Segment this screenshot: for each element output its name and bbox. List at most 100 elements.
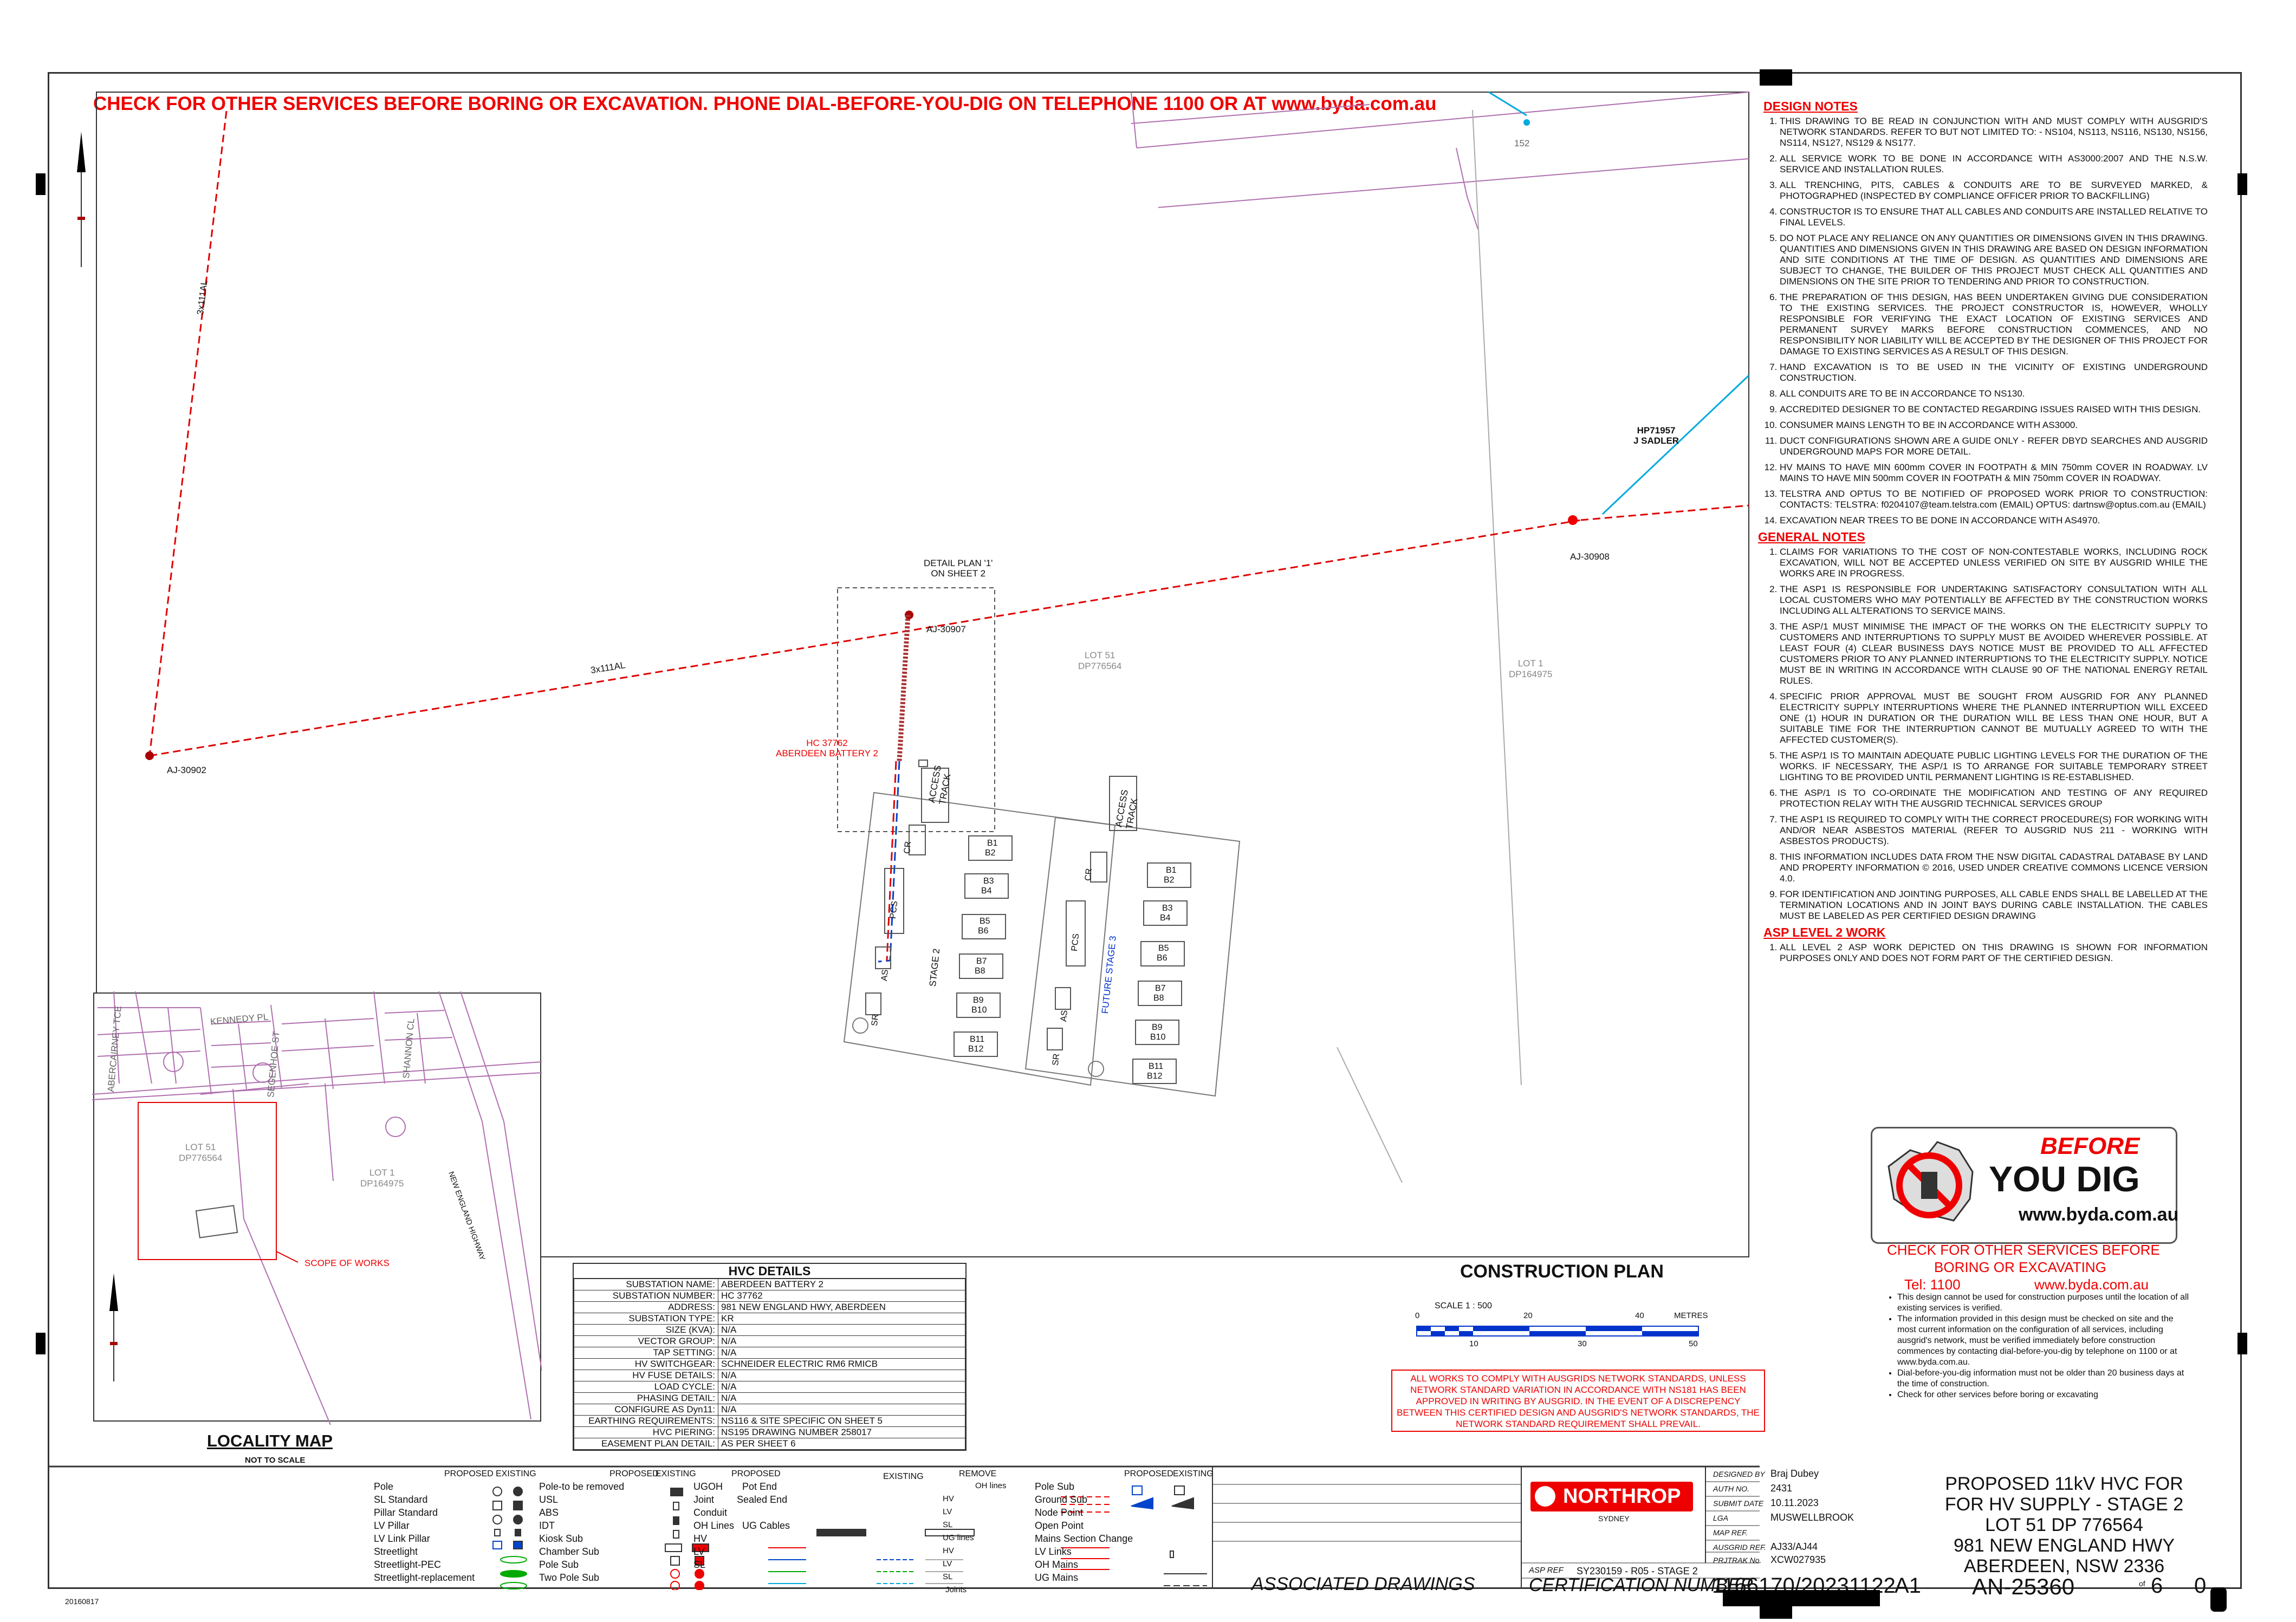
construction-plan-title: CONSTRUCTION PLAN: [1460, 1261, 1664, 1282]
north-arrow-icon: [77, 132, 86, 267]
battery-label: B10: [1150, 1033, 1166, 1042]
legend-item: Pot End: [742, 1481, 777, 1492]
asp-level2-title: ASP LEVEL 2 WORK: [1763, 925, 1886, 939]
revision: 0: [2194, 1574, 2207, 1598]
legend-proposed: PROPOSED: [444, 1469, 494, 1478]
access-track-label: ACCESS TRACK: [926, 764, 953, 806]
hvc-key: HVC PIERING:: [574, 1426, 718, 1438]
legend-existing: EXISTING: [496, 1469, 536, 1478]
access-track-label: ACCESS TRACK: [1113, 789, 1140, 830]
legend-item: Chamber Sub: [539, 1546, 600, 1557]
scale-label: SCALE 1 : 500: [1435, 1301, 1492, 1310]
hvc-key: ADDRESS:: [574, 1301, 718, 1313]
note-item: HAND EXCAVATION IS TO BE USED IN THE VIC…: [1780, 362, 2208, 384]
legend-item: UG Cables: [742, 1520, 790, 1531]
scale-tick: 50: [1689, 1339, 1698, 1348]
registration-mark: [36, 173, 46, 195]
note-item: CONSUMER MAINS LENGTH TO BE IN ACCORDANC…: [1780, 420, 2208, 431]
byd-check-1: CHECK FOR OTHER SERVICES BEFORE: [1887, 1242, 2160, 1258]
design-notes-list: THIS DRAWING TO BE READ IN CONJUNCTION W…: [1763, 116, 2208, 526]
legend-item: SL: [943, 1520, 953, 1529]
hvc-key: EARTHING REQUIREMENTS:: [574, 1415, 718, 1427]
locality-map-subtitle: NOT TO SCALE: [245, 1456, 306, 1465]
detail-plan-label: DETAIL PLAN '1' ON SHEET 2: [924, 558, 993, 579]
legend-item: UG Mains: [1035, 1572, 1079, 1583]
scale-tick: 30: [1578, 1339, 1587, 1348]
legend-item: LV: [943, 1559, 952, 1568]
hvc-row: PHASING DETAIL: N/A: [574, 1392, 965, 1404]
auth-no: 2431: [1770, 1483, 1793, 1494]
legend-item: SL: [943, 1572, 953, 1581]
lot-label: LOT 1 DP164975: [1509, 658, 1553, 679]
point-label: AJ-30902: [167, 765, 206, 775]
node-152: [1523, 119, 1530, 126]
ausgrid-ref-label: AUSGRID REF.: [1713, 1543, 1766, 1552]
byd-check-2: BORING OR EXCAVATING: [1934, 1259, 2106, 1275]
hvc-row: EARTHING REQUIREMENTS: NS116 & SITE SPECI…: [574, 1415, 965, 1427]
hvc-key: SIZE (KVA):: [574, 1324, 718, 1336]
byd-you-dig: YOU DIG: [1989, 1159, 2140, 1199]
legend-proposed: PROPOSED: [609, 1469, 659, 1478]
redaction-block: [2210, 1587, 2227, 1612]
note-item: This design cannot be used for construct…: [1897, 1292, 2190, 1314]
byd-tel-url: www.byda.com.au: [2034, 1276, 2149, 1293]
scale-bar: [1416, 1326, 1699, 1336]
battery-label: B5: [980, 917, 990, 926]
legend-item: Ground Sub: [1035, 1494, 1088, 1505]
hvc-row: SUBSTATION NAME: ABERDEEN BATTERY 2: [574, 1279, 965, 1290]
note-item: The information provided in this design …: [1897, 1314, 2190, 1368]
hvc-key: TAP SETTING:: [574, 1347, 718, 1359]
globe-icon: [1535, 1486, 1555, 1507]
note-item: ALL TRENCHING, PITS, CABLES & CONDUITS A…: [1780, 180, 2208, 202]
byd-bullets: This design cannot be used for construct…: [1885, 1292, 2190, 1400]
general-notes-title: GENERAL NOTES: [1758, 530, 1865, 544]
cadastral-lines: [1131, 92, 1749, 230]
point-label: AJ-30907: [926, 624, 966, 634]
hvc-value: NS116 & SITE SPECIFIC ON SHEET 5: [718, 1415, 965, 1427]
note-item: FOR IDENTIFICATION AND JOINTING PURPOSES…: [1780, 889, 2208, 922]
battery-label: B11: [970, 1035, 985, 1044]
hvc-row: SUBSTATION NUMBER: HC 37762: [574, 1290, 965, 1302]
lot-boundaries: [1337, 109, 1522, 1183]
battery-label: B6: [978, 926, 989, 936]
submit-date: 10.11.2023: [1770, 1497, 1819, 1508]
legend-item: Two Pole Sub: [539, 1572, 600, 1583]
legend-item: HV: [943, 1546, 954, 1555]
date-code: 20160817: [65, 1597, 99, 1606]
legend-item: LV Links: [1035, 1546, 1072, 1557]
northrop-logo-text: NORTHROP: [1563, 1485, 1681, 1508]
hvc-key: SUBSTATION NUMBER:: [574, 1290, 718, 1302]
standards-note: ALL WORKS TO COMPLY WITH AUSGRIDS NETWOR…: [1391, 1370, 1765, 1432]
substation-label: HC 37762 ABERDEEN BATTERY 2: [776, 738, 878, 758]
hvc-row: HV FUSE DETAILS: N/A: [574, 1370, 965, 1381]
registration-mark: [36, 1333, 46, 1354]
note-item: THE ASP1 IS REQUIRED TO COMPLY WITH THE …: [1780, 814, 2208, 847]
project-title-line: 981 NEW ENGLAND HWY: [1953, 1535, 2175, 1556]
battery-label: B7: [976, 957, 987, 966]
byd-tel: Tel: 1100: [1904, 1276, 1961, 1293]
map-ref-label: MAP REF.: [1713, 1528, 1748, 1537]
sheet-of-label: of: [2139, 1579, 2145, 1588]
auth-no-label: AUTH NO.: [1713, 1484, 1749, 1493]
hvc-details-table: SUBSTATION NAME: ABERDEEN BATTERY 2 SUBSTA…: [574, 1279, 965, 1450]
associated-drawings-label: ASSOCIATED DRAWINGS: [1251, 1574, 1475, 1594]
note-item: CONSTRUCTOR IS TO ENSURE THAT ALL CABLES…: [1780, 206, 2208, 228]
northrop-office: SYDNEY: [1598, 1514, 1630, 1523]
note-item: THE ASP/1 MUST MINIMISE THE IMPACT OF TH…: [1780, 621, 2208, 686]
project-title-line: LOT 51 DP 776564: [1985, 1515, 2143, 1535]
as-label: AS: [1059, 1009, 1070, 1022]
note-item: SPECIFIC PRIOR APPROVAL MUST BE SOUGHT F…: [1780, 691, 2208, 745]
registration-mark: [1760, 69, 1792, 86]
battery-label: B2: [1164, 875, 1175, 885]
lga-label: LGA: [1713, 1514, 1729, 1522]
legend-item: IDT: [539, 1520, 555, 1531]
hvc-value: KR: [718, 1313, 965, 1325]
scope-of-works-label: SCOPE OF WORKS: [304, 1258, 390, 1268]
note-item: TELSTRA AND OPTUS TO BE NOTIFIED OF PROP…: [1780, 489, 2208, 510]
lot-label: LOT 51 DP776564: [179, 1142, 223, 1163]
lot-label: LOT 1 DP164975: [360, 1167, 404, 1189]
scale-tick: 0: [1415, 1311, 1420, 1320]
hvc-row: SIZE (KVA): N/A: [574, 1324, 965, 1336]
detail-plan-box: [837, 587, 995, 832]
stage2-equipment: [865, 768, 1013, 1057]
